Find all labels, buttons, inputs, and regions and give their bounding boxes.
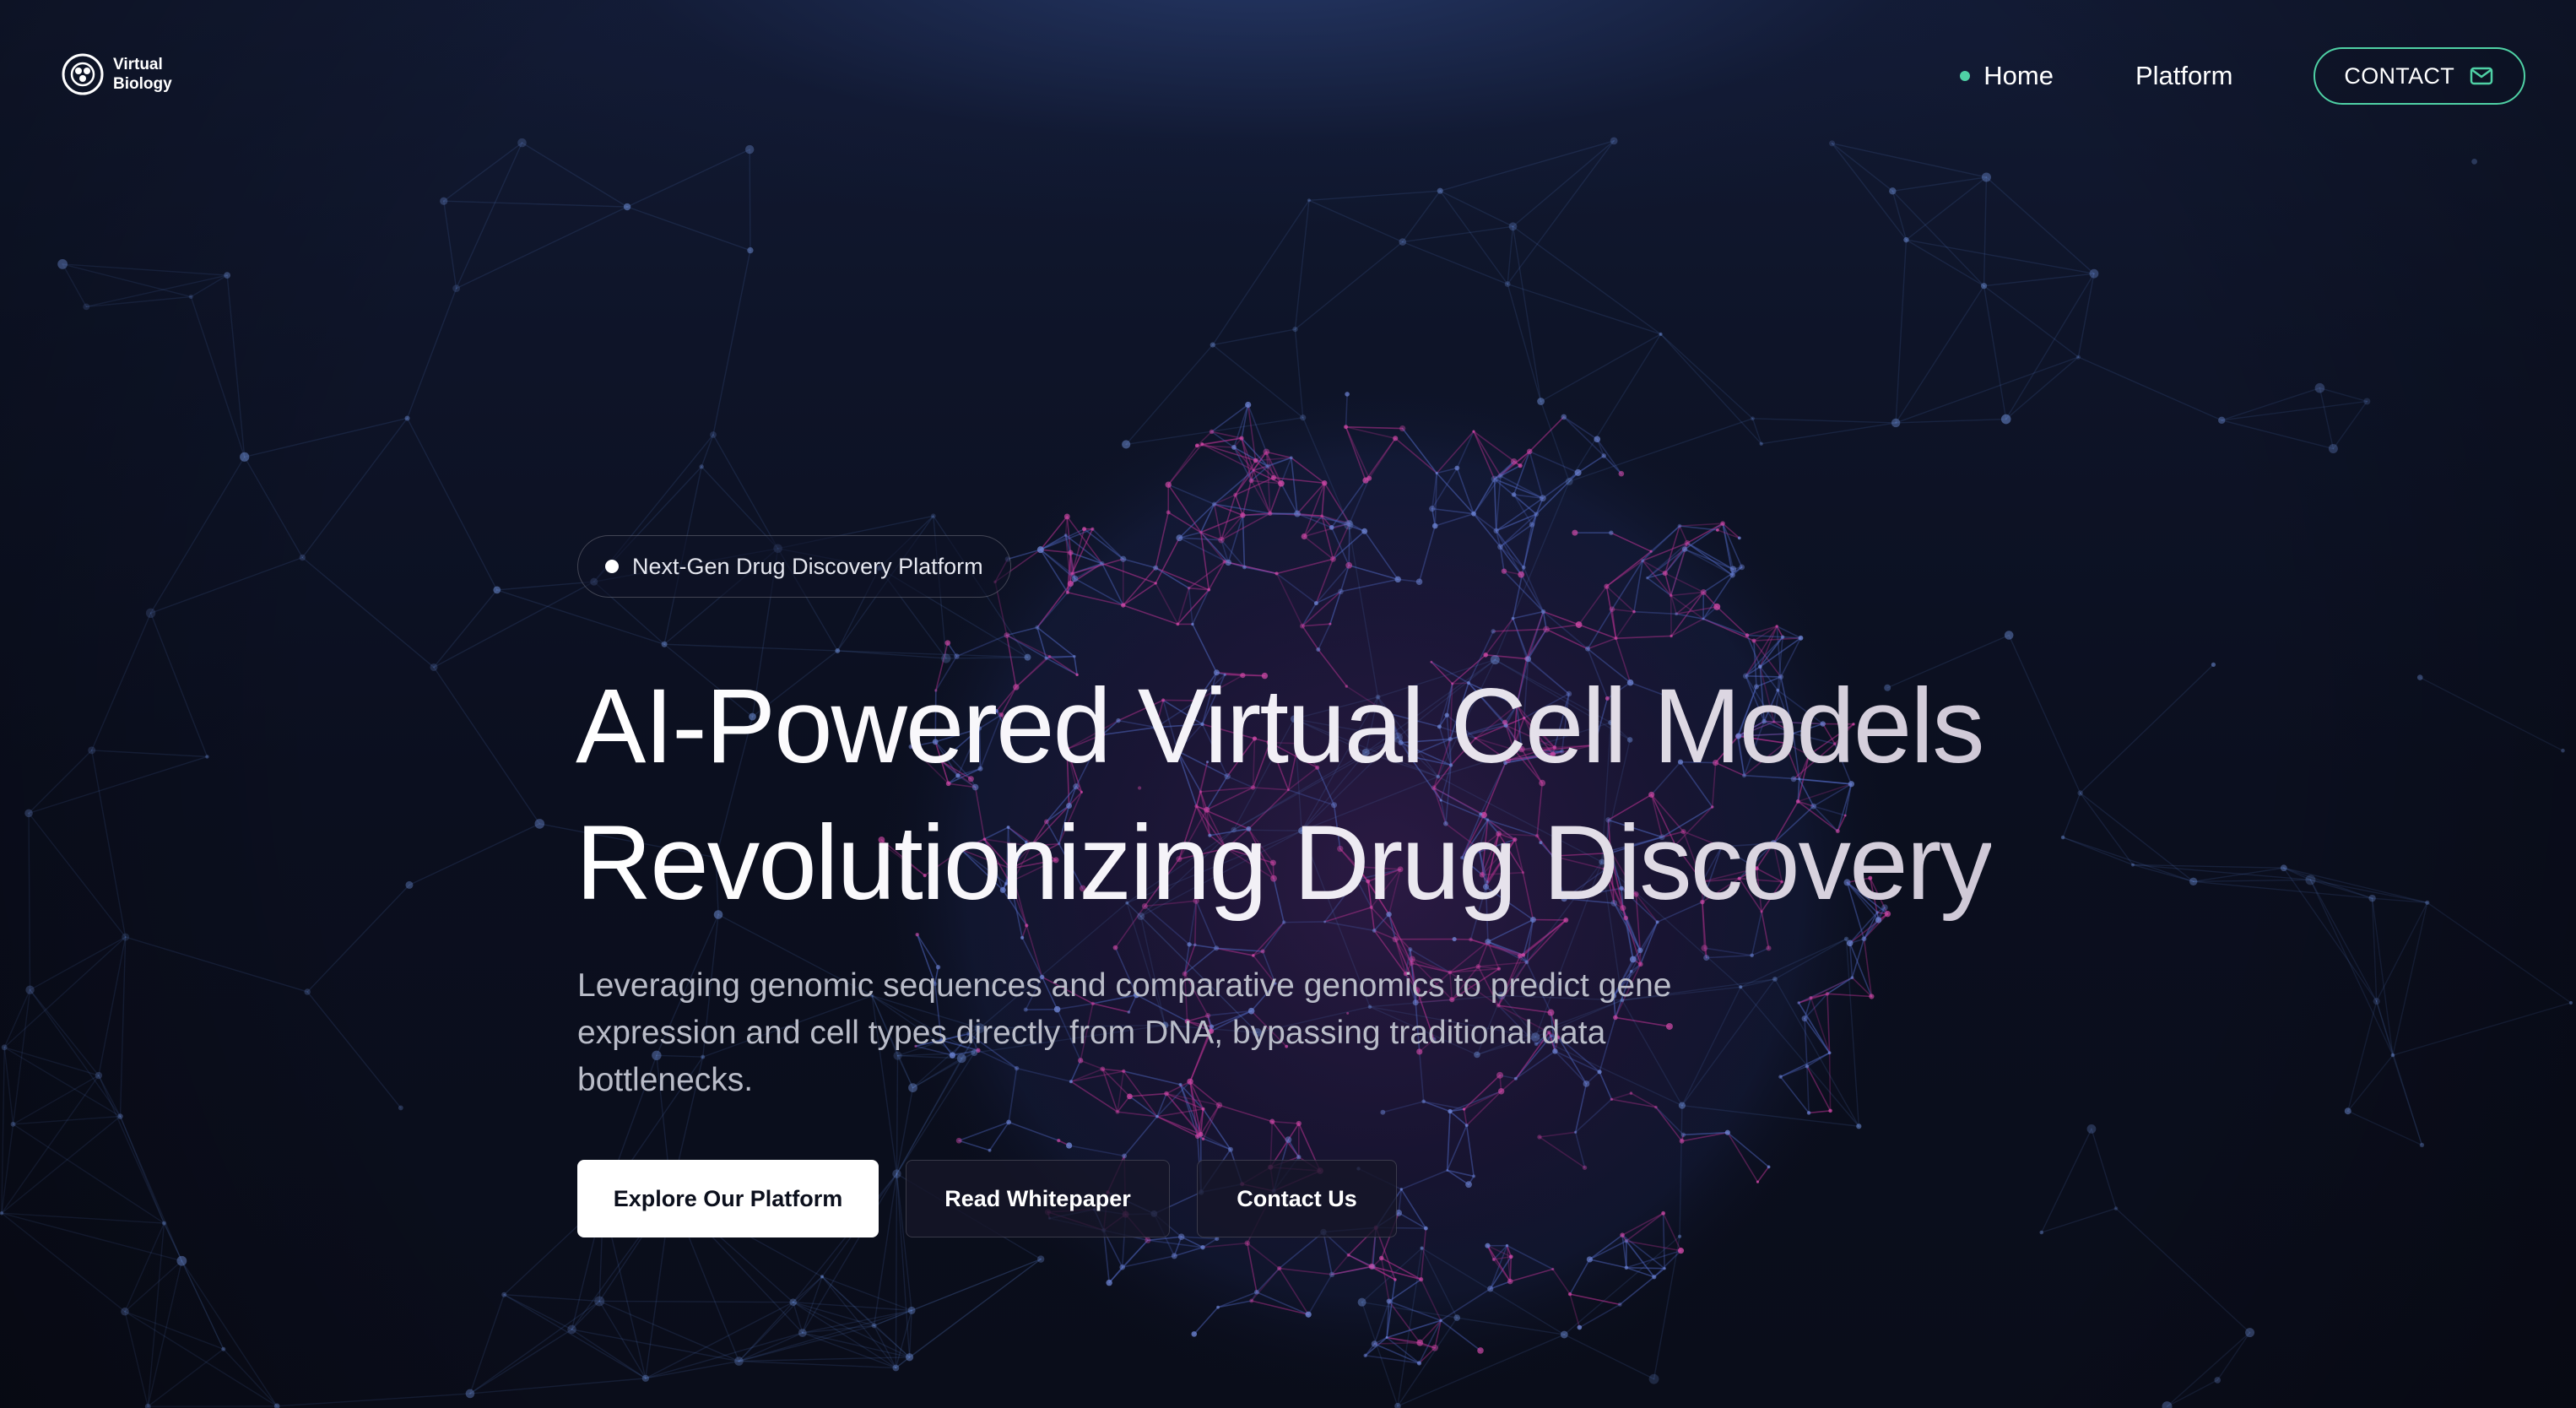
landing-page: Virtual Biology Home Platform CONTACT Ne…: [0, 0, 2576, 1408]
read-whitepaper-button[interactable]: Read Whitepaper: [906, 1160, 1170, 1237]
hero-title-line2: Revolutionizing Drug Discovery: [576, 804, 1991, 922]
active-indicator-dot: [1960, 71, 1971, 81]
contact-button-label: CONTACT: [2344, 62, 2454, 89]
main-nav: Home Platform CONTACT: [1960, 47, 2525, 105]
nav-link-home-label: Home: [1983, 61, 2054, 90]
mail-icon: [2470, 67, 2493, 85]
hero-badge: Next-Gen Drug Discovery Platform: [577, 535, 1011, 598]
nav-link-platform-label: Platform: [2135, 61, 2233, 90]
contact-us-button[interactable]: Contact Us: [1197, 1160, 1397, 1237]
hero-title: AI-Powered Virtual Cell Models Revolutio…: [576, 658, 1991, 932]
brand-name-line2: Biology: [113, 75, 172, 93]
brand-name: Virtual Biology: [113, 55, 172, 94]
hero-cta-group: Explore Our Platform Read Whitepaper Con…: [577, 1160, 1397, 1237]
brand-logo[interactable]: Virtual Biology: [61, 52, 172, 96]
cell-logo-icon: [62, 53, 104, 95]
brand-name-line1: Virtual: [113, 56, 163, 73]
contact-button[interactable]: CONTACT: [2314, 47, 2525, 105]
hero-badge-label: Next-Gen Drug Discovery Platform: [632, 553, 983, 579]
explore-platform-button[interactable]: Explore Our Platform: [577, 1160, 879, 1237]
badge-dot: [605, 560, 619, 573]
nav-link-home[interactable]: Home: [1960, 61, 2054, 91]
nav-link-platform[interactable]: Platform: [2135, 61, 2232, 91]
hero-subtitle: Leveraging genomic sequences and compara…: [577, 967, 1672, 1098]
hero-title-line1: AI-Powered Virtual Cell Models: [576, 668, 1983, 785]
